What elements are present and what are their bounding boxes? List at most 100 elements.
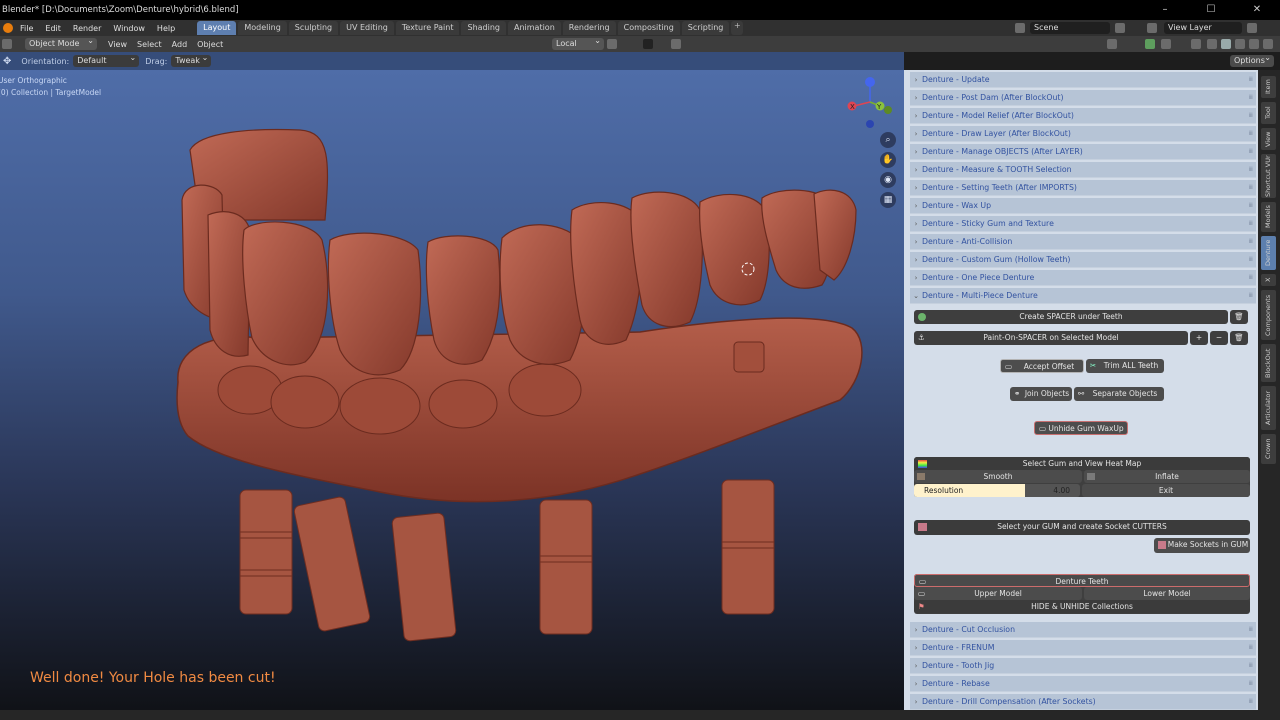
new-view-layer-icon[interactable] xyxy=(1247,23,1257,33)
upper-model-button[interactable]: ▭ Upper Model xyxy=(914,587,1082,600)
sidebar-tab[interactable]: Item xyxy=(1261,76,1276,98)
sidebar-tab[interactable]: BlockOut xyxy=(1261,344,1276,382)
zoom-icon[interactable]: ⌕ xyxy=(880,132,896,148)
axis-gizmo-icon[interactable]: X Y xyxy=(844,76,900,132)
orientation-dropdown[interactable]: Default xyxy=(73,52,140,67)
drag-grip-icon[interactable]: ⁞⁞⁞⁞ xyxy=(1248,202,1253,209)
drag-grip-icon[interactable]: ⁞⁞⁞⁞ xyxy=(1248,662,1253,669)
drag-grip-icon[interactable]: ⁞⁞⁞⁞ xyxy=(1248,256,1253,263)
panel-header[interactable]: › Denture - Wax Up ⁞⁞⁞⁞ xyxy=(910,198,1256,214)
resolution-slider[interactable]: Resolution 4.00 xyxy=(914,484,1080,497)
lower-model-button[interactable]: Lower Model xyxy=(1084,587,1250,600)
drag-grip-icon[interactable]: ⁞⁞⁞⁞ xyxy=(1248,274,1253,281)
view-layer-icon[interactable] xyxy=(1147,23,1157,33)
close-button[interactable]: ✕ xyxy=(1234,0,1280,20)
unhide-gum-waxup-button[interactable]: ▭ Unhide Gum WaxUp xyxy=(1034,421,1128,435)
panel-header[interactable]: › Denture - Tooth Jig ⁞⁞⁞⁞ xyxy=(910,658,1256,674)
drag-grip-icon[interactable]: ⁞⁞⁞⁞ xyxy=(1248,148,1253,155)
tab-sculpting[interactable]: Sculpting xyxy=(288,21,339,35)
3d-viewport[interactable]: User Orthographic (0) Collection | Targe… xyxy=(0,70,904,710)
remove-button[interactable]: − xyxy=(1210,331,1228,345)
scene-selector[interactable]: Scene xyxy=(1030,22,1110,34)
panel-header[interactable]: › Denture - Model Relief (After BlockOut)… xyxy=(910,108,1256,124)
panel-header[interactable]: › Denture - Post Dam (After BlockOut) ⁞⁞⁞⁞ xyxy=(910,90,1256,106)
drag-grip-icon[interactable]: ⁞⁞⁞⁞ xyxy=(1248,238,1253,245)
panel-header[interactable]: › Denture - Cut Occlusion ⁞⁞⁞⁞ xyxy=(910,622,1256,638)
add-workspace-button[interactable]: + xyxy=(731,21,744,35)
options-dropdown[interactable]: Options xyxy=(1230,52,1274,67)
sidebar-tab[interactable]: X xyxy=(1261,274,1276,286)
drag-grip-icon[interactable]: ⁞⁞⁞⁞ xyxy=(1248,680,1253,687)
add-button[interactable]: + xyxy=(1190,331,1208,345)
camera-icon[interactable]: ◉ xyxy=(880,172,896,188)
panel-header[interactable]: › Denture - Manage OBJECTS (After LAYER) ⁞… xyxy=(910,144,1256,160)
visibility-icon[interactable] xyxy=(1107,39,1117,49)
tab-modeling[interactable]: Modeling xyxy=(238,21,287,35)
mode-dropdown[interactable]: Object Mode xyxy=(25,35,97,50)
delete-spacer-button[interactable]: 🗑 xyxy=(1230,310,1248,324)
snap-icon[interactable] xyxy=(643,39,653,49)
drag-grip-icon[interactable]: ⁞⁞⁞⁞ xyxy=(1248,626,1253,633)
menu-select[interactable]: Select xyxy=(132,40,167,49)
denture-model[interactable] xyxy=(0,70,904,710)
maximize-button[interactable]: ☐ xyxy=(1188,0,1234,20)
shading-options-icon[interactable] xyxy=(1263,39,1273,49)
pan-hand-icon[interactable]: ✋ xyxy=(880,152,896,168)
menu-object[interactable]: Object xyxy=(192,40,228,49)
panel-header[interactable]: › Denture - FRENUM ⁞⁞⁞⁞ xyxy=(910,640,1256,656)
tab-compositing[interactable]: Compositing xyxy=(617,21,680,35)
sidebar-tab[interactable]: Shortcut VUr xyxy=(1261,154,1276,198)
panel-header[interactable]: › Denture - Update ⁞⁞⁞⁞ xyxy=(910,72,1256,88)
xray-toggle-icon[interactable] xyxy=(1191,39,1201,49)
trash-button[interactable]: 🗑 xyxy=(1230,331,1248,345)
transform-orientation-dropdown[interactable]: Local xyxy=(552,35,604,50)
drag-grip-icon[interactable]: ⁞⁞⁞⁞ xyxy=(1248,220,1253,227)
paint-spacer-button[interactable]: ⚓ Paint-On-SPACER on Selected Model xyxy=(914,331,1188,345)
sidebar-tab[interactable]: Tool xyxy=(1261,102,1276,124)
shading-solid-icon[interactable] xyxy=(1221,39,1231,49)
tab-rendering[interactable]: Rendering xyxy=(562,21,616,35)
pivot-icon[interactable] xyxy=(607,39,617,49)
drag-grip-icon[interactable]: ⁞⁞⁞⁞ xyxy=(1248,184,1253,191)
grid-view-icon[interactable]: ▦ xyxy=(880,192,896,208)
shading-material-icon[interactable] xyxy=(1235,39,1245,49)
menu-add[interactable]: Add xyxy=(167,40,193,49)
shading-wireframe-icon[interactable] xyxy=(1207,39,1217,49)
menu-render[interactable]: Render xyxy=(67,24,107,33)
hide-unhide-collections-button[interactable]: ⚑ HIDE & UNHIDE Collections xyxy=(914,600,1250,613)
inflate-button[interactable]: Inflate xyxy=(1084,470,1250,483)
panel-header[interactable]: › Denture - Setting Teeth (After IMPORTS)… xyxy=(910,180,1256,196)
drag-grip-icon[interactable]: ⁞⁞⁞⁞ xyxy=(1248,292,1253,299)
drag-grip-icon[interactable]: ⁞⁞⁞⁞ xyxy=(1248,94,1253,101)
tab-uv-editing[interactable]: UV Editing xyxy=(340,21,394,35)
editor-type-icon[interactable] xyxy=(2,39,12,49)
panel-header[interactable]: › Denture - Sticky Gum and Texture ⁞⁞⁞⁞ xyxy=(910,216,1256,232)
drag-grip-icon[interactable]: ⁞⁞⁞⁞ xyxy=(1248,698,1253,705)
menu-file[interactable]: File xyxy=(14,24,39,33)
drag-grip-icon[interactable]: ⁞⁞⁞⁞ xyxy=(1248,166,1253,173)
shading-rendered-icon[interactable] xyxy=(1249,39,1259,49)
tab-scripting[interactable]: Scripting xyxy=(681,21,730,35)
denture-teeth-button[interactable]: ▭ Denture Teeth xyxy=(914,574,1250,587)
drag-grip-icon[interactable]: ⁞⁞⁞⁞ xyxy=(1248,76,1253,83)
new-scene-icon[interactable] xyxy=(1115,23,1125,33)
tab-texture-paint[interactable]: Texture Paint xyxy=(395,21,460,35)
panel-header[interactable]: › Denture - Rebase ⁞⁞⁞⁞ xyxy=(910,676,1256,692)
minimize-button[interactable]: – xyxy=(1142,0,1188,20)
navigation-gizmo[interactable]: X Y xyxy=(844,76,900,132)
panel-header[interactable]: › Denture - Anti-Collision ⁞⁞⁞⁞ xyxy=(910,234,1256,250)
drag-grip-icon[interactable]: ⁞⁞⁞⁞ xyxy=(1248,130,1253,137)
drag-grip-icon[interactable]: ⁞⁞⁞⁞ xyxy=(1248,112,1253,119)
tab-animation[interactable]: Animation xyxy=(507,21,561,35)
blender-logo-icon[interactable] xyxy=(3,23,13,33)
separate-objects-button[interactable]: ⚯ Separate Objects xyxy=(1074,387,1164,401)
create-spacer-button[interactable]: Create SPACER under Teeth xyxy=(914,310,1228,324)
sidebar-tab[interactable]: Articulator xyxy=(1261,386,1276,430)
drag-grip-icon[interactable]: ⁞⁞⁞⁞ xyxy=(1248,644,1253,651)
gizmo-toggle-icon[interactable] xyxy=(1145,39,1155,49)
panel-header[interactable]: › Denture - Drill Compensation (After Soc… xyxy=(910,694,1256,710)
panel-header[interactable]: › Denture - Draw Layer (After BlockOut) ⁞⁞… xyxy=(910,126,1256,142)
smooth-button[interactable]: Smooth xyxy=(914,470,1082,483)
trim-all-teeth-button[interactable]: ✂ Trim ALL Teeth xyxy=(1086,359,1164,373)
menu-help[interactable]: Help xyxy=(151,24,181,33)
